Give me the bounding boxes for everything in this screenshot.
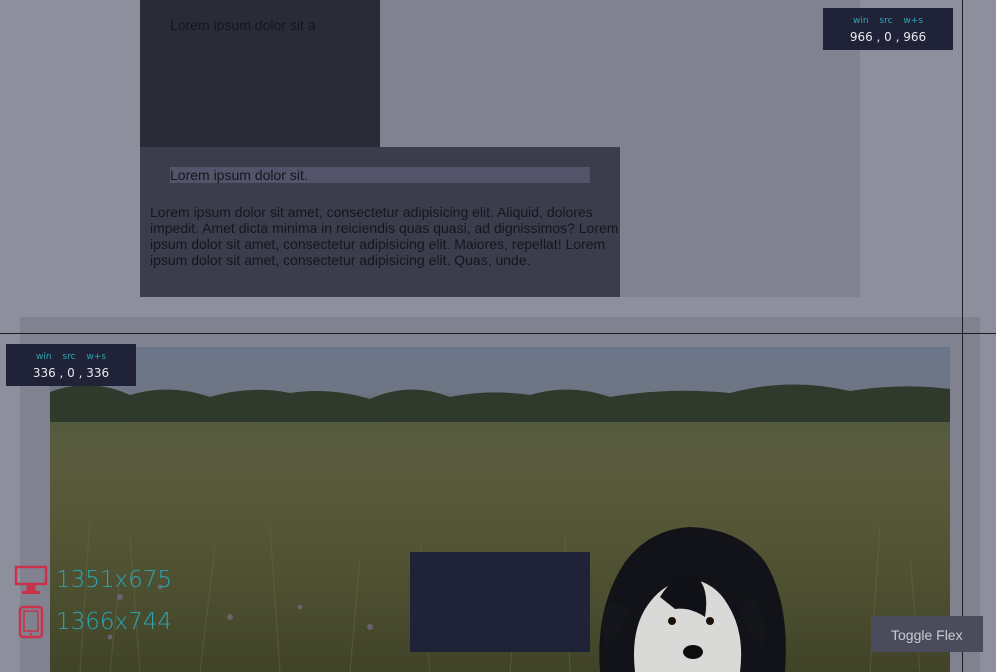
horizontal-guide-line	[0, 333, 996, 334]
viewport-size-panel	[410, 552, 590, 652]
content-heading: Lorem ipsum dolor sit.	[170, 167, 590, 183]
dark-content-box: Lorem ipsum dolor sit a	[140, 0, 380, 147]
content-paragraph: Lorem ipsum dolor sit amet, consectetur …	[150, 204, 619, 268]
readout-values: 336 , 0 , 336	[32, 366, 110, 380]
readout-labels: win src w+s	[35, 352, 107, 362]
readout-labels: win src w+s	[852, 16, 924, 26]
tablet-size-row: 1366x744	[14, 604, 172, 640]
monitor-icon	[14, 563, 48, 597]
dark-box-text: Lorem ipsum dolor sit a	[170, 17, 316, 33]
tablet-size-value: 1366x744	[56, 609, 173, 635]
desktop-size-value: 1351x675	[56, 567, 173, 593]
readout-values: 966 , 0 , 966	[849, 30, 927, 44]
text-content-box: Lorem ipsum dolor sit. Lorem ipsum dolor…	[140, 147, 620, 297]
toggle-flex-button[interactable]: Toggle Flex	[871, 616, 983, 652]
breakpoint-readout-left: win src w+s 336 , 0 , 336	[6, 344, 136, 386]
vertical-guide-line	[962, 0, 963, 672]
desktop-size-row: 1351x675	[14, 562, 172, 598]
breakpoint-readout-top: win src w+s 966 , 0 , 966	[823, 8, 953, 50]
tablet-icon	[14, 605, 48, 639]
